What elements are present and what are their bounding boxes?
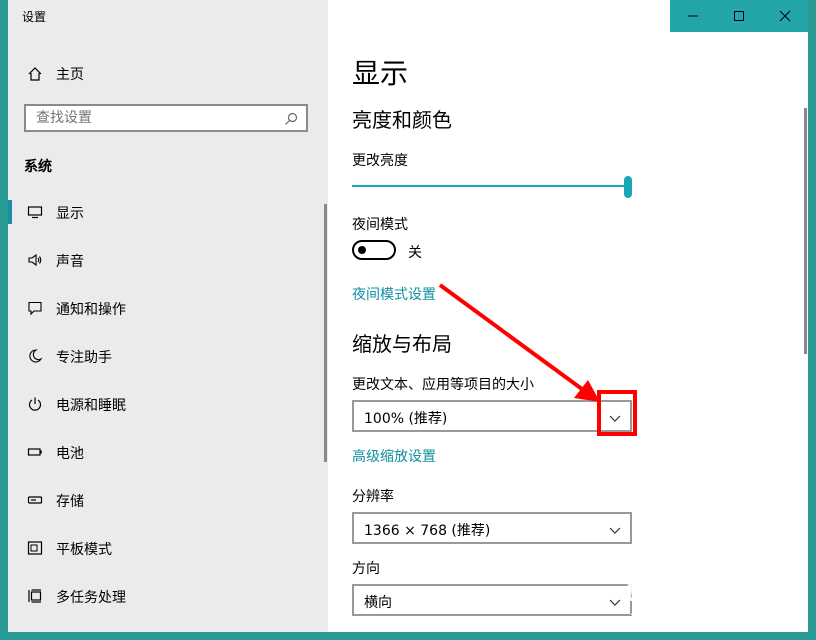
baidu-watermark: Bai du 经验 jingyan.baidu.com [618,560,808,630]
sidebar-scrollbar[interactable] [324,204,327,462]
power-icon [26,395,44,413]
night-mode-label: 夜间模式 [352,217,408,233]
annotation-highlight-box [597,390,637,436]
minimize-button[interactable] [670,0,716,32]
sidebar-item-notifications[interactable]: 通知和操作 [8,288,328,328]
sidebar-item-storage[interactable]: 存储 [8,480,328,520]
advanced-scaling-link[interactable]: 高级缩放设置 [352,446,436,466]
resolution-label: 分辨率 [352,489,394,505]
sidebar-item-display[interactable]: 显示 [8,192,328,232]
brightness-slider-track[interactable] [352,185,628,187]
chevron-down-icon [608,522,622,536]
home-icon [26,65,44,83]
night-mode-toggle[interactable] [352,240,396,260]
scale-value: 100% (推荐) [364,411,448,427]
scale-dropdown[interactable]: 100% (推荐) [352,400,632,432]
scale-label: 更改文本、应用等项目的大小 [352,377,534,393]
monitor-icon [26,203,44,221]
main-scrollbar[interactable] [804,108,807,354]
brightness-slider-thumb[interactable] [624,176,632,198]
orientation-value: 横向 [364,595,392,611]
search-box[interactable] [24,104,308,132]
orientation-dropdown[interactable]: 横向 [352,584,632,616]
brightness-section-title: 亮度和颜色 [352,108,452,132]
close-icon [779,10,791,22]
speaker-icon [26,251,44,269]
sidebar-item-label: 专注助手 [56,350,112,366]
scale-section-title: 缩放与布局 [352,332,452,356]
app-title: 设置 [22,10,47,24]
sidebar: 设置 主页 系统 显示 声音 [8,0,328,632]
sidebar-item-label: 显示 [56,206,84,222]
watermark-brand: Bai [624,574,678,609]
page-title: 显示 [352,57,409,90]
sidebar-item-label: 声音 [56,254,84,270]
sidebar-item-label: 通知和操作 [56,302,126,318]
storage-icon [26,491,44,509]
sidebar-item-label: 电池 [56,446,84,462]
sidebar-item-home[interactable]: 主页 [8,56,328,92]
watermark-url: jingyan.baidu.com [630,612,741,626]
sidebar-item-battery[interactable]: 电池 [8,432,328,472]
resolution-dropdown[interactable]: 1366 × 768 (推荐) [352,512,632,544]
sidebar-item-focus-assist[interactable]: 专注助手 [8,336,328,376]
night-mode-state: 关 [408,245,422,261]
settings-window: 设置 主页 系统 显示 声音 [8,0,808,632]
tablet-icon [26,539,44,557]
maximize-button[interactable] [716,0,762,32]
orientation-label: 方向 [352,561,380,577]
search-input[interactable] [36,109,276,127]
sidebar-item-label: 主页 [56,67,84,83]
minimize-icon [688,15,698,17]
main-content: 显示 亮度和颜色 更改亮度 夜间模式 关 夜间模式设置 缩放与布局 更改文本、应… [328,0,808,632]
message-icon [26,299,44,317]
sidebar-item-sound[interactable]: 声音 [8,240,328,280]
brightness-label: 更改亮度 [352,153,408,169]
search-icon[interactable] [284,111,298,125]
multitask-icon [26,587,44,605]
sidebar-item-tablet-mode[interactable]: 平板模式 [8,528,328,568]
night-mode-settings-link[interactable]: 夜间模式设置 [352,284,436,304]
section-title: 系统 [24,159,52,175]
resolution-value: 1366 × 768 (推荐) [364,523,491,539]
sidebar-item-label: 存储 [56,494,84,510]
sidebar-item-power[interactable]: 电源和睡眠 [8,384,328,424]
active-indicator [8,200,12,224]
sidebar-item-label: 多任务处理 [56,590,126,606]
toggle-knob [358,246,366,254]
battery-icon [26,443,44,461]
watermark-text: 经验 [758,582,806,610]
sidebar-item-label: 电源和睡眠 [56,398,126,414]
sidebar-item-multitasking[interactable]: 多任务处理 [8,576,328,616]
maximize-icon [734,11,744,21]
sidebar-item-label: 平板模式 [56,542,112,558]
moon-icon [26,347,44,365]
close-button[interactable] [762,0,808,32]
